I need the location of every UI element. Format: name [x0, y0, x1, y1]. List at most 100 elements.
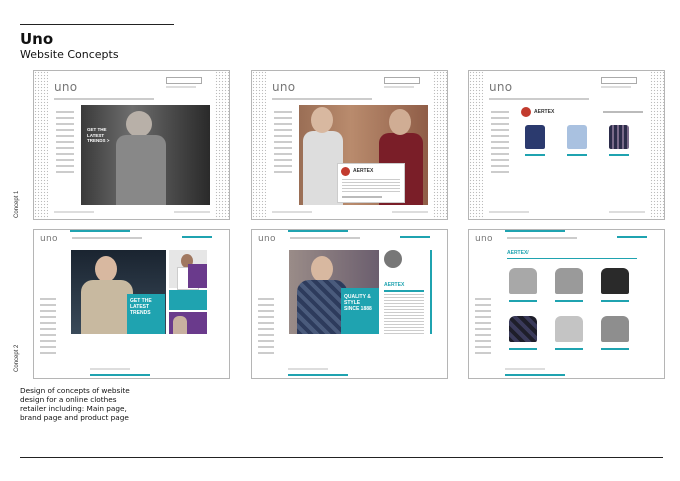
- pattern-left: [34, 71, 48, 219]
- product-caption: [609, 154, 629, 156]
- product-shirt-lightblue[interactable]: [567, 125, 587, 149]
- promo-box[interactable]: QUALITY & STYLE SINCE 1888: [341, 288, 379, 334]
- description-text: Design of concepts of website design for…: [20, 386, 130, 422]
- filter-tabs[interactable]: [603, 111, 643, 113]
- concept1-home-panel: uno GET THE LATEST TRENDS >: [33, 70, 230, 220]
- aertex-logo-icon: [341, 167, 350, 176]
- search-input[interactable]: [601, 77, 637, 84]
- top-nav[interactable]: [489, 98, 589, 100]
- brand-name: AERTEX: [384, 282, 405, 288]
- footer-links[interactable]: [288, 368, 328, 370]
- brand-image[interactable]: AERTEX: [299, 105, 428, 205]
- product-caption: [555, 300, 583, 302]
- tile-purple[interactable]: [188, 264, 207, 288]
- page-subtitle: Website Concepts: [20, 48, 119, 61]
- search-accent[interactable]: [400, 236, 430, 238]
- footer-accent: [505, 374, 565, 376]
- footer-right: [174, 211, 210, 213]
- search-accent[interactable]: [182, 236, 212, 238]
- product-sweater-argyle[interactable]: [509, 316, 537, 342]
- model-body: [116, 135, 166, 205]
- bag-info: [384, 86, 414, 88]
- top-accent-bar: [70, 230, 130, 232]
- pattern-left: [252, 71, 266, 219]
- sidebar-nav[interactable]: [40, 298, 56, 358]
- model-body: [81, 280, 133, 334]
- search-input[interactable]: [384, 77, 420, 84]
- brand-name: AERTEX: [353, 168, 374, 174]
- vertical-accent: [430, 250, 432, 334]
- product-sweater-grey-3[interactable]: [601, 316, 629, 342]
- model-head: [95, 256, 117, 282]
- footer-right: [609, 211, 645, 213]
- product-sweater-grey[interactable]: [509, 268, 537, 294]
- top-accent-bar: [288, 230, 348, 232]
- top-nav[interactable]: [290, 237, 360, 239]
- product-caption: [601, 348, 629, 350]
- uno-logo[interactable]: uno: [489, 80, 512, 94]
- promo-text: GET THE LATEST TRENDS: [130, 298, 152, 316]
- brand-image[interactable]: QUALITY & STYLE SINCE 1888: [289, 250, 379, 334]
- footer-accent: [288, 374, 348, 376]
- model-body: [297, 280, 347, 334]
- uno-logo[interactable]: uno: [40, 234, 58, 244]
- product-shirt-navy[interactable]: [525, 125, 545, 149]
- footer-right: [392, 211, 428, 213]
- uno-logo[interactable]: uno: [272, 80, 295, 94]
- promo-text: QUALITY & STYLE SINCE 1888: [344, 294, 372, 312]
- model-head: [311, 256, 333, 282]
- pattern-right: [650, 71, 664, 219]
- search-input[interactable]: [166, 77, 202, 84]
- concept1-product-panel: uno AERTEX: [468, 70, 665, 220]
- footer-links[interactable]: [272, 211, 312, 213]
- pattern-left: [469, 71, 483, 219]
- footer-rule: [20, 457, 663, 458]
- tile-people[interactable]: [169, 312, 207, 334]
- top-nav[interactable]: [54, 98, 154, 100]
- product-caption: [555, 348, 583, 350]
- brand-divider: [384, 290, 424, 292]
- product-caption: [525, 154, 545, 156]
- hero-image[interactable]: GET THE LATEST TRENDS: [71, 250, 166, 334]
- product-sweater-grey-2[interactable]: [555, 268, 583, 294]
- uno-logo[interactable]: uno: [475, 234, 493, 244]
- heading-divider: [507, 258, 637, 259]
- model-1-head: [311, 107, 333, 133]
- brand-links[interactable]: [342, 196, 382, 198]
- hero-overlay-text[interactable]: GET THE LATEST TRENDS >: [87, 127, 121, 144]
- product-caption: [567, 154, 587, 156]
- sidebar-nav[interactable]: [491, 111, 509, 177]
- pattern-right: [215, 71, 229, 219]
- promo-box[interactable]: GET THE LATEST TRENDS: [127, 294, 165, 334]
- product-caption: [509, 348, 537, 350]
- product-sweater-light[interactable]: [555, 316, 583, 342]
- sidebar-nav[interactable]: [475, 298, 491, 358]
- tile-people-figure: [173, 316, 187, 334]
- product-caption: [509, 300, 537, 302]
- top-nav[interactable]: [72, 237, 142, 239]
- footer-links[interactable]: [54, 211, 94, 213]
- sidebar-nav[interactable]: [258, 298, 274, 358]
- product-shirt-check[interactable]: [609, 125, 629, 149]
- concept2-home-panel: uno GET THE LATEST TRENDS: [33, 229, 230, 379]
- tile-teal[interactable]: [169, 290, 207, 310]
- concept2-label: Concept 2: [14, 344, 20, 372]
- search-accent[interactable]: [617, 236, 647, 238]
- uno-logo[interactable]: uno: [258, 234, 276, 244]
- footer-links[interactable]: [489, 211, 529, 213]
- footer-links[interactable]: [505, 368, 545, 370]
- brand-name: AERTEX: [534, 109, 555, 115]
- sidebar-nav[interactable]: [274, 111, 292, 177]
- page-title: Uno: [20, 30, 54, 48]
- footer-links[interactable]: [90, 368, 130, 370]
- concept1-brand-panel: uno AERTEX: [251, 70, 448, 220]
- top-nav[interactable]: [507, 237, 577, 239]
- hero-image[interactable]: GET THE LATEST TRENDS >: [81, 105, 210, 205]
- uno-logo[interactable]: uno: [54, 80, 77, 94]
- product-caption: [601, 300, 629, 302]
- concept1-label: Concept 1: [14, 190, 20, 218]
- top-nav[interactable]: [272, 98, 372, 100]
- sidebar-nav[interactable]: [56, 111, 74, 177]
- product-sweater-black[interactable]: [601, 268, 629, 294]
- aertex-logo-icon: [384, 250, 402, 268]
